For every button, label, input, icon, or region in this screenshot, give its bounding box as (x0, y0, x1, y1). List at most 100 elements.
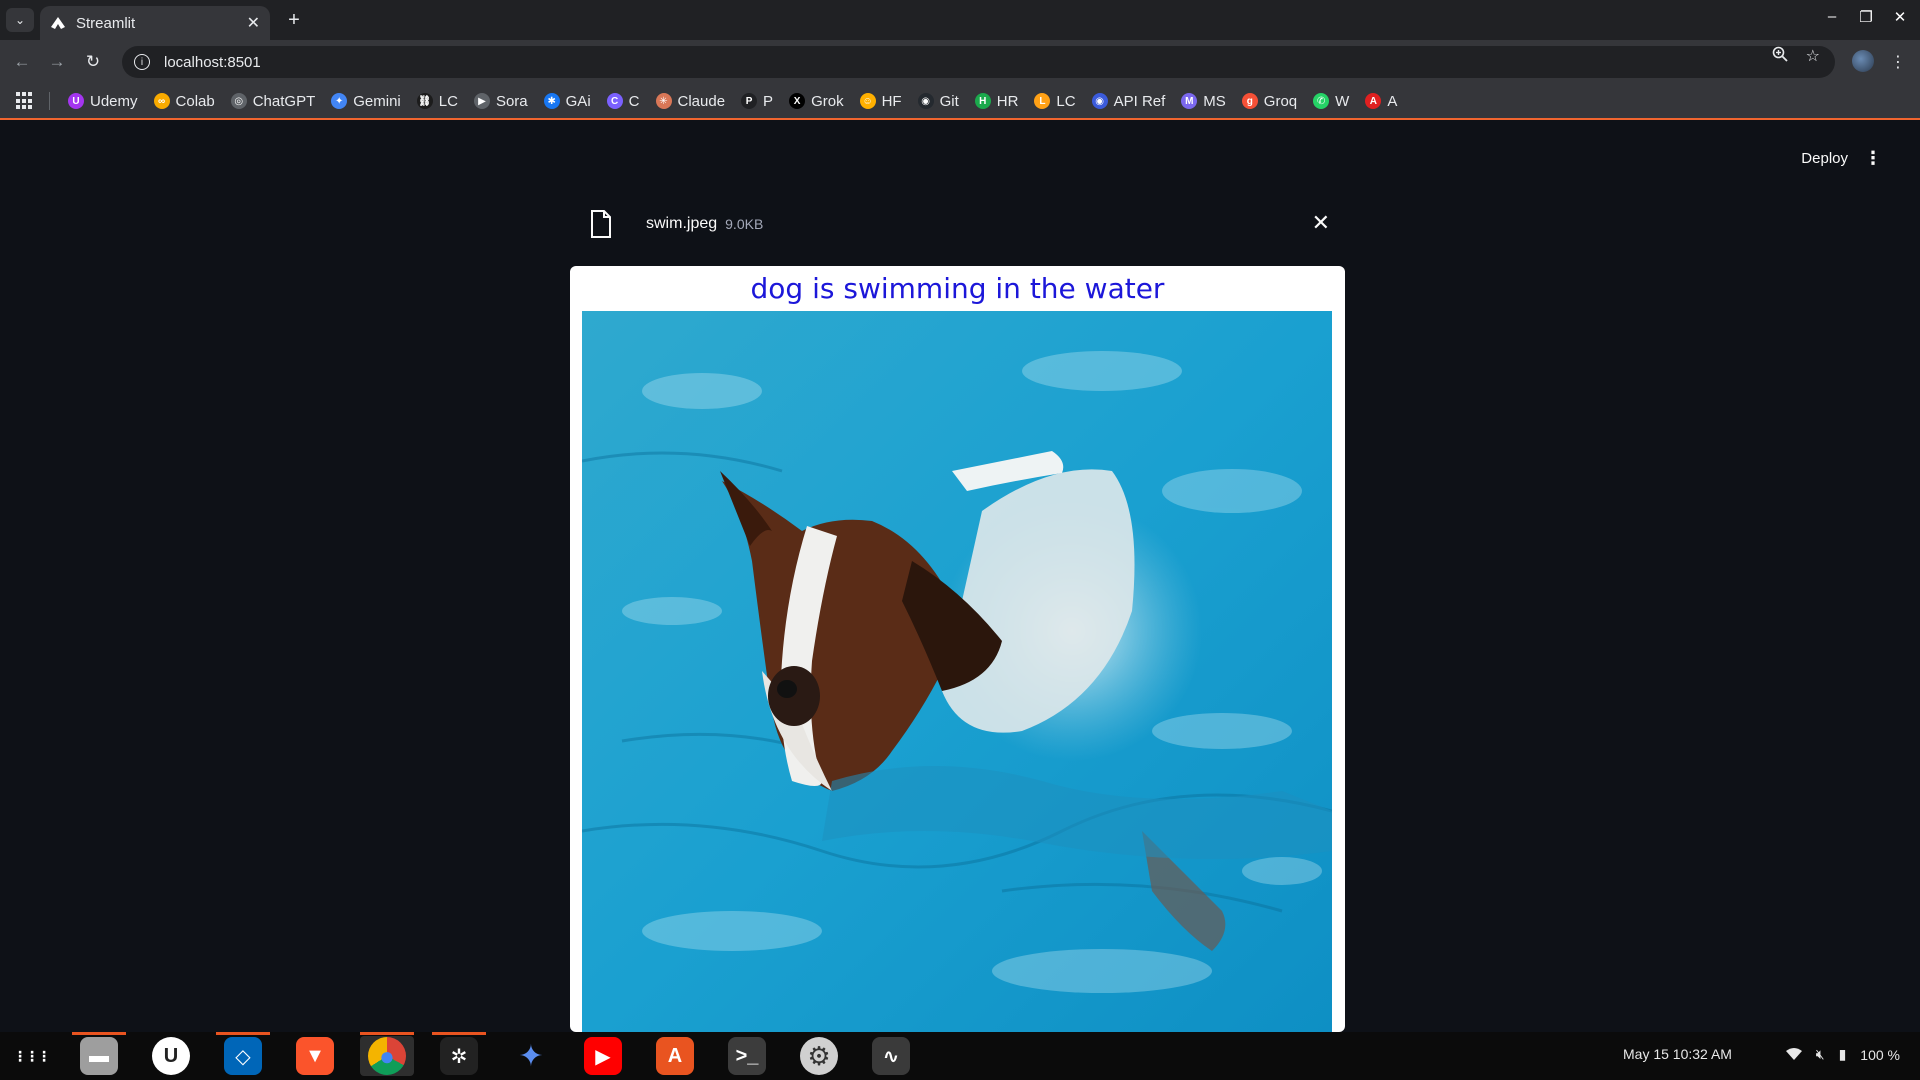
a-icon: A (1365, 93, 1382, 109)
bookmark-label: P (763, 92, 774, 110)
bookmark-lc[interactable]: L LC (1034, 93, 1076, 110)
bookmark-label: Claude (677, 92, 726, 110)
window-controls: – ❐ ✕ (1822, 8, 1910, 26)
bookmark-ms[interactable]: M MS (1181, 93, 1226, 110)
image-caption: dog is swimming in the water (750, 272, 1165, 305)
bookmark-api-ref[interactable]: ◉ API Ref (1091, 92, 1166, 110)
bookmark-label: Git (939, 92, 959, 110)
os-taskbar: May 15 10:32 AM 🔇︎ ▮ 100 % ⋮⋮⋮ ▬ U ◇ ▼ ● ✲ ✦ ▶ A >… (0, 1032, 1920, 1080)
bookmarks-bar: U Udemy ∞ Colab ◎ ChatGPT ✦ Gemini ⛓ LC ▶ Sora ✱ GAi C… (0, 84, 1920, 120)
app-main-menu-icon[interactable]: ⋮ (1864, 148, 1882, 169)
streamlit-favicon-icon (50, 15, 66, 31)
bookmark-gai[interactable]: ✱ GAi (543, 92, 591, 110)
file-size: 9.0KB (725, 216, 764, 232)
ms-icon: M (1181, 93, 1198, 109)
browser-toolbar: ← → ↻ i localhost:8501 ☆ (0, 40, 1920, 84)
tab-search-button[interactable]: ⌄ (6, 8, 34, 32)
minimize-icon[interactable]: – (1822, 8, 1842, 26)
tab-title: Streamlit (76, 14, 136, 32)
wifi-icon (1785, 1047, 1802, 1063)
dog-swimming-photo (582, 311, 1332, 1032)
taskbar-settings[interactable]: ⚙ (792, 1036, 846, 1076)
langchain-icon: ⛓ (416, 93, 433, 109)
taskbar-system-monitor[interactable]: ∿ (864, 1036, 918, 1076)
address-bar[interactable]: i localhost:8501 (122, 46, 1835, 78)
reload-icon[interactable]: ↻ (81, 50, 105, 74)
settings-icon: ⚙ (800, 1037, 838, 1075)
hackerrank-icon: H (974, 93, 991, 109)
bookmark-label: GAi (565, 92, 591, 110)
butterfly-icon: ✱ (543, 93, 560, 109)
browser-tab-streamlit[interactable]: Streamlit ✕ (40, 6, 270, 40)
bookmark-label: MS (1203, 92, 1226, 110)
bookmark-chatgpt[interactable]: ◎ ChatGPT (230, 93, 315, 110)
bookmark-label: Gemini (353, 92, 401, 110)
bookmark-lc[interactable]: ⛓ LC (416, 93, 458, 110)
bookmark-label: HF (881, 92, 902, 110)
bookmark-label: Udemy (90, 92, 138, 110)
bookmark-label: API Ref (1113, 92, 1166, 110)
taskbar-chatgpt[interactable]: ✲ (432, 1032, 486, 1076)
bookmark-w[interactable]: ✆ W (1313, 93, 1349, 110)
bookmark-hr[interactable]: H HR (974, 92, 1019, 110)
taskbar-app-center[interactable]: A (648, 1036, 702, 1076)
taskbar-files[interactable]: ▬ (72, 1032, 126, 1076)
bookmark-a[interactable]: AA (1365, 93, 1397, 110)
bookmark-gemini[interactable]: ✦ Gemini (331, 93, 401, 110)
bookmark-grok[interactable]: X Grok (789, 93, 844, 110)
forward-icon[interactable]: → (45, 50, 69, 74)
zoom-icon[interactable] (1772, 46, 1788, 67)
github-icon: ◉ (917, 93, 934, 109)
bookmark-label: HR (996, 92, 1019, 110)
profile-avatar[interactable] (1852, 50, 1874, 72)
bookmark-colab[interactable]: ∞ Colab (153, 93, 215, 110)
bookmark-sora[interactable]: ▶ Sora (473, 92, 528, 110)
udemy-icon: U (68, 93, 84, 109)
bookmark-label: Grok (811, 92, 844, 110)
bookmark-label: Sora (495, 92, 528, 110)
system-tray[interactable]: 🔇︎ ▮ 100 % (1785, 1046, 1900, 1063)
leetcode-icon: L (1034, 93, 1051, 109)
taskbar-chrome[interactable]: ● (360, 1032, 414, 1076)
bookmark-c[interactable]: CC (606, 93, 640, 110)
deploy-button[interactable]: Deploy (1801, 150, 1848, 167)
bookmark-git[interactable]: ◉ Git (917, 92, 959, 110)
url-text[interactable]: localhost:8501 (164, 54, 261, 71)
bookmark-groq[interactable]: g Groq (1241, 92, 1298, 110)
clock[interactable]: May 15 10:32 AM (1623, 1046, 1732, 1062)
apps-grid-icon[interactable] (16, 92, 50, 110)
battery-level: 100 % (1860, 1046, 1900, 1063)
restore-icon[interactable]: ❐ (1856, 8, 1876, 26)
taskbar-youtube[interactable]: ▶ (576, 1036, 630, 1076)
bookmark-claude[interactable]: ✳ Claude (655, 92, 726, 110)
bookmark-p[interactable]: PP (741, 93, 773, 110)
taskbar-terminal[interactable]: >_ (720, 1036, 774, 1076)
taskbar-gemini[interactable]: ✦ (504, 1036, 558, 1076)
back-icon[interactable]: ← (10, 50, 34, 74)
bookmark-hf[interactable]: ☺ HF (859, 92, 902, 110)
bookmark-udemy[interactable]: U Udemy (68, 93, 138, 110)
remove-file-icon[interactable]: ✕ (1312, 210, 1330, 236)
copilot-icon: C (606, 93, 623, 109)
taskbar-apps-grid[interactable]: ⋮⋮⋮ (4, 1036, 58, 1076)
site-info-icon[interactable]: i (134, 54, 150, 70)
chrome-icon: ● (368, 1037, 406, 1075)
bookmark-label: A (1387, 92, 1398, 110)
bookmark-star-icon[interactable]: ☆ (1806, 46, 1820, 67)
api-ref-icon: ◉ (1091, 93, 1108, 109)
browser-menu-icon[interactable]: ⋮ (1890, 52, 1906, 72)
taskbar-brave[interactable]: ▼ (288, 1036, 342, 1076)
taskbar-udemy[interactable]: U (144, 1036, 198, 1076)
tab-close-icon[interactable]: ✕ (247, 13, 260, 33)
omnibox-actions: ☆ (1772, 46, 1820, 67)
gemini-icon: ✦ (518, 1039, 544, 1073)
new-tab-button[interactable]: + (282, 8, 306, 32)
bookmark-label: Groq (1263, 92, 1298, 110)
terminal-icon: >_ (728, 1037, 766, 1075)
claude-icon: ✳ (655, 93, 672, 109)
volume-icon: 🔇︎ (1815, 1046, 1825, 1062)
taskbar-vscode[interactable]: ◇ (216, 1032, 270, 1076)
file-name: swim.jpeg (646, 215, 718, 232)
close-window-icon[interactable]: ✕ (1890, 8, 1910, 26)
chatgpt-icon: ✲ (440, 1037, 478, 1075)
